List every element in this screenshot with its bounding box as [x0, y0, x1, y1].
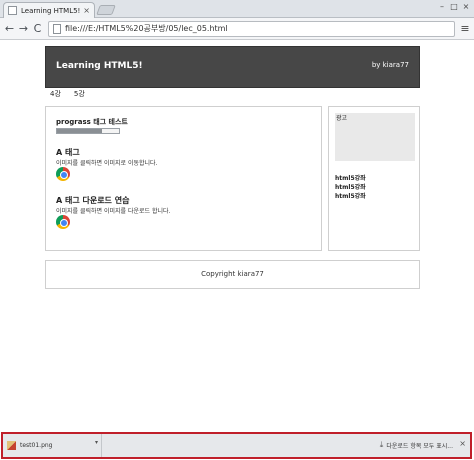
progress-heading: prograss 태그 테스트: [56, 118, 128, 126]
window-close-button[interactable]: ×: [460, 2, 472, 11]
lecture-nav: 4강 5강: [50, 89, 85, 99]
new-tab-button[interactable]: [96, 5, 116, 15]
chevron-down-icon[interactable]: ▾: [95, 439, 98, 446]
ad-area: 광고: [335, 113, 415, 161]
copyright-text: Copyright kiara77: [201, 270, 264, 278]
menu-icon[interactable]: ≡: [459, 22, 471, 35]
site-title: Learning HTML5!: [56, 61, 143, 71]
site-header: Learning HTML5! by kiara77: [45, 46, 420, 88]
section-desc-a-tag: 이미지를 클릭하면 이미지로 이동합니다.: [56, 160, 158, 167]
back-button[interactable]: ←: [3, 21, 16, 37]
chrome-logo-download-icon[interactable]: [56, 215, 70, 229]
section-heading-a-tag: A 태그: [56, 148, 80, 157]
ad-label: 광고: [336, 115, 348, 122]
sidebar-link[interactable]: html5강좌: [335, 191, 366, 200]
download-bar: test01.png ▾ ⤓ 다운로드 항목 모두 표시... ×: [1, 432, 472, 459]
address-bar[interactable]: file:///E:/HTML5%20공부방/05/lec_05.html: [48, 20, 455, 37]
chrome-logo-link-icon[interactable]: [56, 167, 70, 181]
url-text[interactable]: file:///E:/HTML5%20공부방/05/lec_05.html: [65, 23, 228, 34]
page-favicon-icon: [8, 6, 17, 15]
sidebar-link[interactable]: html5강좌: [335, 182, 366, 191]
nav-link-lecture-4[interactable]: 4강: [50, 89, 61, 99]
tab-close-icon[interactable]: ×: [83, 6, 90, 15]
site-byline: by kiara77: [371, 61, 409, 69]
site-footer: Copyright kiara77: [45, 260, 420, 289]
section-heading-download: A 태그 다운로드 연습: [56, 196, 130, 205]
page-icon: [53, 23, 61, 34]
download-file-name[interactable]: test01.png: [20, 442, 97, 449]
download-item[interactable]: test01.png ▾: [3, 434, 102, 457]
browser-toolbar: ← → C file:///E:/HTML5%20공부방/05/lec_05.h…: [0, 18, 474, 40]
window-maximize-button[interactable]: □: [448, 2, 460, 11]
progress-bar-fill: [57, 129, 102, 133]
nav-link-lecture-5[interactable]: 5강: [74, 89, 85, 99]
sidebar-link[interactable]: html5강좌: [335, 173, 366, 182]
download-icon: ⤓: [379, 440, 384, 449]
tab-title: Learning HTML5!: [21, 6, 81, 15]
window-minimize-button[interactable]: –: [436, 2, 448, 11]
forward-button[interactable]: →: [17, 21, 30, 37]
show-all-downloads-link[interactable]: ⤓ 다운로드 항목 모두 표시...: [380, 440, 453, 450]
main-content: prograss 태그 테스트 A 태그 이미지를 클릭하면 이미지로 이동합니…: [45, 106, 322, 251]
reload-button[interactable]: C: [31, 21, 44, 37]
section-desc-download: 이미지를 클릭하면 이미지를 다운로드 합니다.: [56, 208, 171, 215]
image-file-icon: [7, 441, 16, 450]
progress-bar: [56, 128, 120, 134]
close-icon[interactable]: ×: [459, 439, 466, 448]
show-all-label[interactable]: 다운로드 항목 모두 표시...: [386, 441, 453, 450]
page-viewport: Learning HTML5! by kiara77 4강 5강 progras…: [0, 41, 474, 432]
browser-tab[interactable]: Learning HTML5! ×: [3, 2, 95, 18]
sidebar: 광고 html5강좌 html5강좌 html5강좌: [328, 106, 420, 251]
tab-strip: Learning HTML5! × – □ ×: [0, 0, 474, 18]
